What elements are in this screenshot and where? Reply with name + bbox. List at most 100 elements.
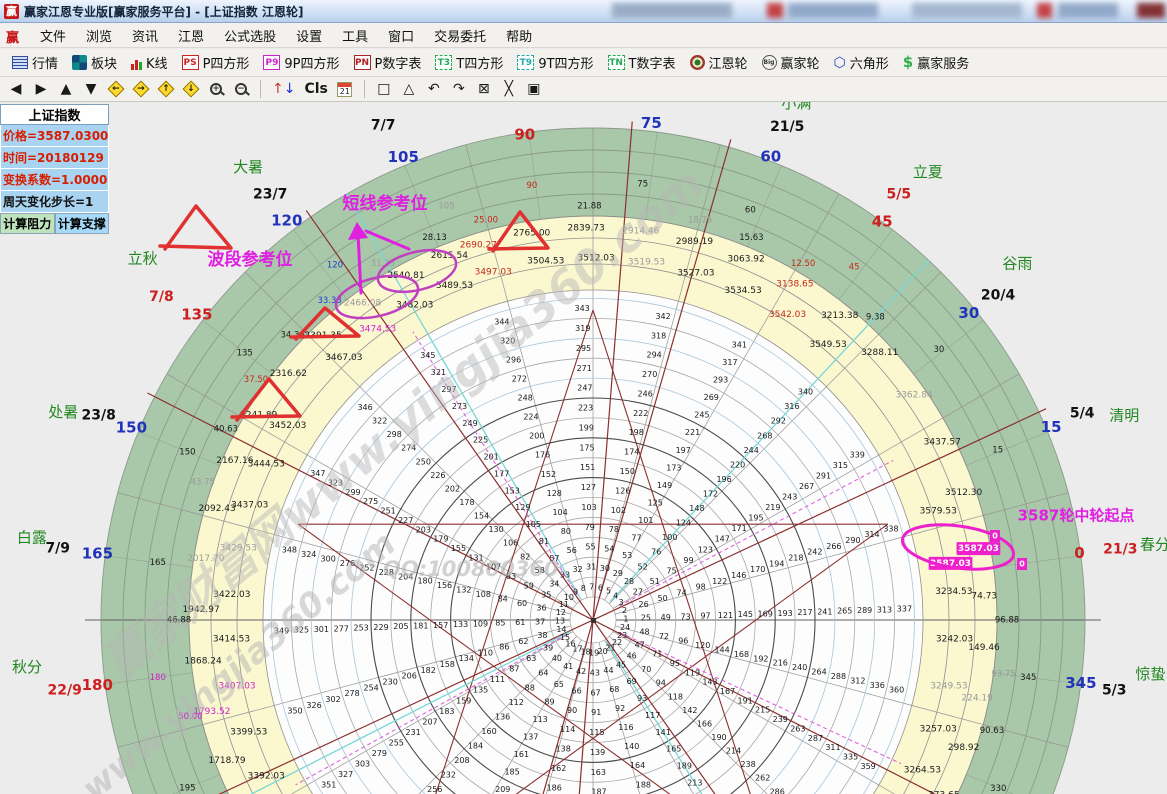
svg-text:345: 345	[420, 351, 435, 360]
menu-item-窗口[interactable]: 窗口	[378, 23, 424, 48]
toolbar-button-赢家服务[interactable]: $赢家服务	[897, 51, 975, 74]
svg-text:春分: 春分	[1140, 536, 1167, 554]
calc-support-button[interactable]: 计算支撑	[55, 213, 110, 234]
svg-text:41: 41	[563, 662, 573, 671]
menu-item-设置[interactable]: 设置	[286, 23, 332, 48]
cross-button[interactable]: ╳	[501, 80, 517, 98]
toolbar-button-行情[interactable]: 行情	[6, 51, 64, 74]
pan-up-button[interactable]: ↑	[158, 80, 174, 98]
updown-button[interactable]: ↑↓	[272, 80, 295, 98]
svg-text:187: 187	[591, 788, 606, 794]
toolbar-button-K线[interactable]: K线	[125, 51, 174, 74]
svg-text:3587轮中轮起点: 3587轮中轮起点	[1018, 507, 1135, 525]
calendar-button[interactable]: 21	[337, 80, 353, 98]
menu-item-江恩[interactable]: 江恩	[168, 23, 214, 48]
pointer-down-button[interactable]: ▼	[83, 80, 99, 98]
svg-text:178: 178	[459, 498, 474, 507]
toolbar-button-label: T四方形	[456, 53, 503, 72]
svg-text:3234.53: 3234.53	[935, 587, 972, 597]
svg-text:3467.03: 3467.03	[325, 353, 362, 363]
zoom-in-button[interactable]: +	[208, 80, 224, 98]
rotate-ccw-button[interactable]: ↶	[426, 80, 442, 98]
toolbar-button-P数字表[interactable]: PNP数字表	[348, 51, 428, 74]
svg-text:115: 115	[589, 728, 604, 737]
toolbar-button-T数字表[interactable]: TNT数字表	[602, 51, 682, 74]
svg-text:156: 156	[437, 581, 452, 590]
svg-text:189: 189	[677, 762, 692, 771]
close-box-button[interactable]: ⊠	[476, 80, 492, 98]
svg-text:120: 120	[695, 641, 710, 650]
menu-item-帮助[interactable]: 帮助	[496, 23, 542, 48]
rotate-cw-button[interactable]: ↷	[451, 80, 467, 98]
cls-button[interactable]: Cls	[304, 80, 327, 98]
pointer-up-button[interactable]: ▲	[58, 80, 74, 98]
pan-left-button[interactable]: ←	[108, 80, 124, 98]
svg-text:164: 164	[630, 761, 645, 770]
svg-text:43.75: 43.75	[191, 477, 215, 487]
svg-text:130: 130	[488, 525, 503, 534]
svg-text:64: 64	[538, 669, 548, 678]
toolbar-button-label: 赢家服务	[917, 53, 969, 72]
toolbar-button-9P四方形[interactable]: P99P四方形	[257, 51, 345, 74]
toolbar-button-label: 9P四方形	[284, 53, 339, 72]
svg-text:36: 36	[536, 604, 546, 613]
toolbar-button-T四方形[interactable]: T3T四方形	[429, 51, 509, 74]
svg-text:120: 120	[327, 260, 343, 270]
menu-item-公式选股[interactable]: 公式选股	[214, 23, 286, 48]
menu-item-资讯[interactable]: 资讯	[122, 23, 168, 48]
svg-text:31: 31	[586, 563, 596, 572]
svg-text:265: 265	[837, 607, 852, 616]
toolbar-button-P四方形[interactable]: PSP四方形	[176, 51, 256, 74]
toolbar-button-板块[interactable]: 板块	[66, 51, 123, 74]
forward-button[interactable]: ▶	[33, 80, 49, 98]
menu-item-工具[interactable]: 工具	[332, 23, 378, 48]
svg-text:314: 314	[864, 530, 879, 539]
svg-text:87: 87	[509, 665, 519, 674]
svg-text:216: 216	[773, 659, 788, 668]
svg-text:60: 60	[760, 147, 781, 165]
menu-item-交易委托[interactable]: 交易委托	[424, 23, 496, 48]
svg-text:89: 89	[544, 697, 554, 706]
title-bar[interactable]: 赢 赢家江恩专业版[赢家服务平台] - [上证指数 江恩轮]	[0, 0, 1167, 23]
svg-text:84: 84	[498, 595, 508, 604]
svg-text:67: 67	[590, 688, 600, 697]
svg-text:192: 192	[753, 654, 768, 663]
svg-text:269: 269	[704, 393, 719, 402]
svg-text:288: 288	[831, 672, 846, 681]
menu-item-文件[interactable]: 文件	[30, 23, 76, 48]
toolbar-button-label: 赢家轮	[781, 53, 820, 72]
pn-tool-icon: PN	[354, 55, 371, 70]
back-button[interactable]: ◀	[8, 80, 24, 98]
svg-text:72: 72	[659, 632, 669, 641]
toolbar-button-赢家轮[interactable]: Big赢家轮	[756, 51, 826, 74]
toolbar-button-9T四方形[interactable]: T99T四方形	[511, 51, 599, 74]
svg-text:3399.53: 3399.53	[230, 727, 267, 737]
menu-item-浏览[interactable]: 浏览	[76, 23, 122, 48]
svg-text:253: 253	[354, 624, 369, 633]
draw-square-button[interactable]: □	[376, 80, 392, 98]
svg-text:170: 170	[750, 565, 765, 574]
svg-text:30: 30	[600, 564, 610, 573]
svg-text:135: 135	[237, 348, 253, 358]
pan-right-button[interactable]: →	[133, 80, 149, 98]
svg-text:QQ:100800360: QQ:100800360	[383, 557, 559, 581]
zoom-out-button[interactable]: −	[233, 80, 249, 98]
svg-text:12.50: 12.50	[791, 259, 815, 269]
svg-text:346: 346	[357, 403, 372, 412]
svg-text:75: 75	[667, 566, 677, 575]
toolbar-button-江恩轮[interactable]: 江恩轮	[684, 51, 754, 74]
svg-text:271: 271	[577, 364, 592, 373]
gann-wheel-chart[interactable]: 1234567891011121314151617181920212223242…	[0, 102, 1167, 794]
svg-text:158: 158	[440, 660, 455, 669]
sectors-blocks-icon	[72, 55, 87, 70]
toolbar-button-六角形[interactable]: ⬡六角形	[828, 51, 895, 74]
paste-button[interactable]: ▣	[526, 80, 542, 98]
svg-text:119: 119	[685, 668, 700, 677]
draw-triangle-button[interactable]: △	[401, 80, 417, 98]
svg-text:37: 37	[535, 617, 545, 626]
svg-text:2466.08: 2466.08	[344, 298, 381, 308]
svg-text:277: 277	[334, 624, 349, 633]
pan-down-button[interactable]: ↓	[183, 80, 199, 98]
svg-text:90.63: 90.63	[980, 726, 1004, 736]
calc-resistance-button[interactable]: 计算阻力	[0, 213, 55, 234]
